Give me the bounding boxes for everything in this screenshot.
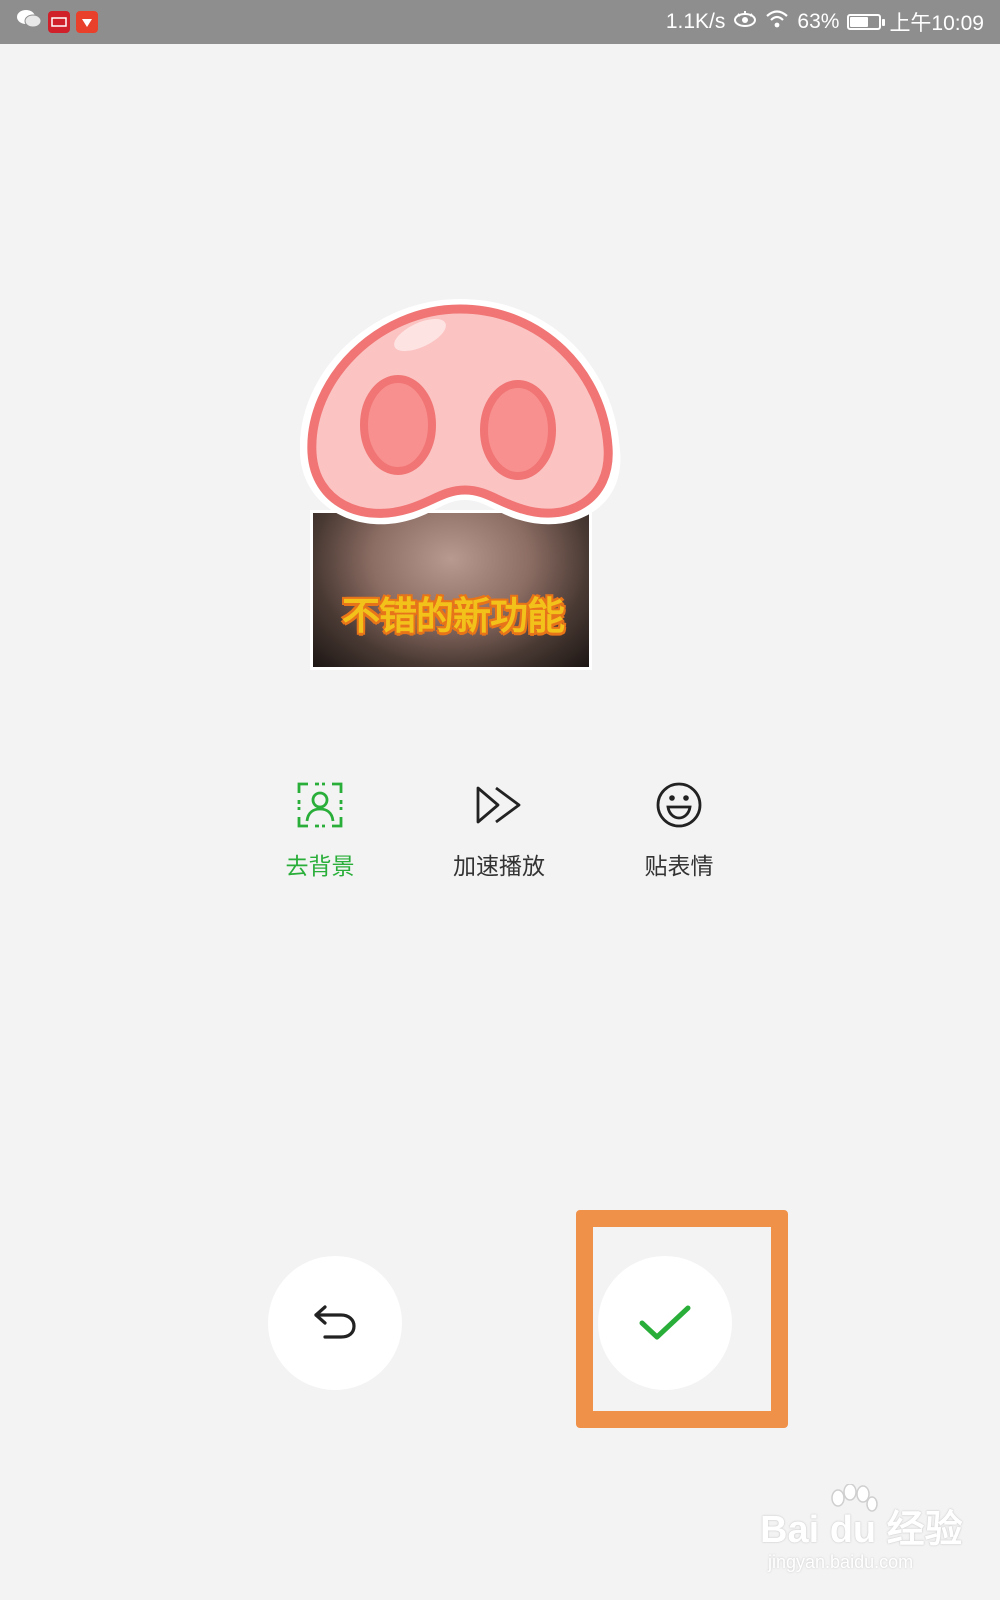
clock: 上午10:09 bbox=[889, 12, 984, 35]
battery-percent: 63% bbox=[797, 10, 840, 33]
status-indicators: 1.1K/s 63% 上午10:09 bbox=[666, 7, 984, 37]
wechat-icon bbox=[16, 8, 42, 36]
edit-tools: 去背景 加速播放 贴表情 bbox=[0, 775, 1000, 895]
tool-speed-playback[interactable]: 加速播放 bbox=[424, 775, 574, 881]
smiley-icon bbox=[656, 782, 702, 828]
baidu-jingyan-watermark: Bai du 经验 jingyan.baidu.com bbox=[760, 1484, 990, 1580]
sticker-preview: 不错的新功能 bbox=[300, 295, 640, 675]
tool-label: 贴表情 bbox=[644, 854, 714, 880]
pig-nose-sticker bbox=[300, 299, 621, 525]
undo-arrow-icon bbox=[314, 1305, 356, 1339]
eye-icon bbox=[733, 10, 757, 34]
undo-button[interactable] bbox=[268, 1256, 402, 1390]
taobao-icon bbox=[76, 11, 98, 33]
notification-icons bbox=[16, 8, 98, 36]
tool-label: 去背景 bbox=[285, 854, 355, 880]
battery-icon bbox=[847, 14, 886, 30]
fast-forward-icon bbox=[476, 786, 521, 824]
watermark-logo: Bai du 经验 bbox=[760, 1509, 963, 1551]
tool-label: 加速播放 bbox=[453, 854, 545, 880]
status-bar: 1.1K/s 63% 上午10:09 bbox=[0, 0, 1000, 44]
annotation-highlight-box bbox=[576, 1210, 788, 1428]
tool-remove-background[interactable]: 去背景 bbox=[245, 775, 395, 881]
wifi-icon bbox=[765, 9, 789, 35]
network-speed: 1.1K/s bbox=[665, 10, 726, 33]
person-frame-icon bbox=[297, 782, 343, 828]
tmall-icon bbox=[48, 11, 70, 33]
sticker-caption: 不错的新功能 bbox=[342, 594, 565, 638]
tool-add-emoji[interactable]: 贴表情 bbox=[604, 775, 754, 881]
watermark-url: jingyan.baidu.com bbox=[768, 1552, 914, 1572]
